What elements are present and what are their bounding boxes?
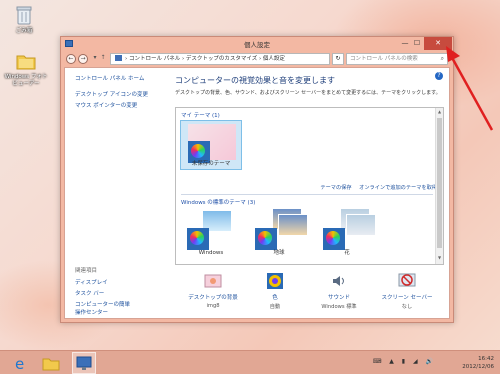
svg-text:e: e	[15, 355, 24, 372]
desktop-photo-viewer[interactable]: Windows フォトビューアー	[4, 50, 48, 87]
related-header: 関連項目	[75, 268, 98, 274]
color-wheel-icon	[187, 228, 209, 250]
tray-icons[interactable]: ⌨ ▲ ▮ ◢ 🔊	[373, 358, 436, 365]
related-section: 関連項目 ディスプレイ タスク バー コンピューターの簡単操作センター	[75, 266, 135, 319]
search-placeholder: コントロール パネルの検索	[350, 56, 418, 62]
back-button[interactable]: ←	[66, 54, 76, 64]
personalization-window: 個人設定 — ☐ ✕ ← → ▾ ↑ › コントロール パネル › デスクトップ…	[60, 36, 454, 323]
desktop-icon-label: Windows フォトビューアー	[4, 74, 48, 87]
red-arrow-annotation	[446, 46, 494, 131]
get-more-themes-link[interactable]: オンラインで追加のテーマを取得	[359, 185, 437, 191]
color-icon	[266, 272, 284, 290]
sidebar-home-link[interactable]: コントロール パネル ホーム	[75, 74, 169, 82]
theme-preview	[346, 214, 376, 236]
scrollbar-thumb[interactable]	[437, 118, 442, 248]
page-description: デスクトップの背景、色、サウンド、およびスクリーン セーバーをまとめて変更するに…	[175, 90, 441, 96]
refresh-button[interactable]: ↻	[332, 53, 344, 65]
title-bar[interactable]: 個人設定 — ☐ ✕	[61, 37, 453, 51]
save-theme-link[interactable]: テーマの保存	[320, 185, 351, 191]
screensaver-icon	[398, 272, 416, 290]
theme-flowers[interactable]: 花	[316, 208, 378, 258]
sidebar-item-mouse-pointers[interactable]: マウス ポインターの変更	[75, 101, 169, 109]
address-toolbar: ← → ▾ ↑ › コントロール パネル › デスクトップのカスタマイズ › 個…	[64, 51, 450, 67]
theme-name: 未保存のテーマ	[191, 161, 231, 167]
breadcrumb: › コントロール パネル › デスクトップのカスタマイズ › 個人設定	[125, 56, 285, 62]
window-title: 個人設定	[244, 41, 270, 49]
related-taskbar-link[interactable]: タスク バー	[75, 289, 135, 297]
clock-time: 16:42	[478, 356, 494, 362]
standard-themes-title: Windows の標準のテーマ (3)	[181, 200, 256, 206]
theme-earth[interactable]: 地球	[248, 208, 310, 258]
related-ease-of-access-link[interactable]: コンピューターの簡単操作センター	[75, 300, 135, 316]
desktop-icon-label: ごみ箱	[15, 28, 33, 34]
setting-label: サウンド	[327, 295, 350, 301]
theme-unsaved[interactable]: 未保存のテーマ	[180, 120, 242, 170]
speaker-icon	[330, 272, 348, 290]
maximize-button[interactable]: ☐	[411, 37, 423, 50]
content-area: コントロール パネル ホーム デスクトップ アイコンの変更 マウス ポインターの…	[64, 67, 450, 319]
color-wheel-icon	[323, 228, 345, 250]
setting-label: スクリーン セーバー	[381, 295, 433, 301]
up-button[interactable]: ↑	[98, 54, 108, 64]
theme-windows[interactable]: Windows	[180, 208, 242, 258]
setting-label: 色	[272, 295, 278, 301]
main-panel: コンピューターの視覚効果と音を変更します デスクトップの背景、色、サウンド、およ…	[175, 68, 444, 318]
desktop-recycle-bin[interactable]: ごみ箱	[2, 4, 46, 35]
theme-name: 地球	[273, 250, 285, 256]
screensaver-setting[interactable]: スクリーン セーバー なし	[379, 272, 435, 310]
sound-setting[interactable]: サウンド Windows 標準	[311, 272, 367, 310]
theme-name: Windows	[198, 250, 224, 256]
related-display-link[interactable]: ディスプレイ	[75, 278, 135, 286]
search-input[interactable]: コントロール パネルの検索 ⌕	[346, 53, 448, 65]
theme-links: テーマの保存 オンラインで追加のテーマを取得	[314, 184, 437, 191]
scroll-down-icon[interactable]: ▼	[436, 255, 443, 263]
color-wheel-icon	[255, 228, 277, 250]
computer-icon	[115, 55, 122, 61]
theme-name: 花	[344, 250, 350, 256]
clock[interactable]: 16:42 2012/12/06	[462, 355, 494, 371]
minimize-button[interactable]: —	[399, 37, 411, 50]
internet-explorer-icon[interactable]: e	[12, 354, 30, 373]
setting-value: img8	[206, 303, 220, 309]
my-themes-title: マイ テーマ (1)	[181, 113, 220, 119]
desktop-background-setting[interactable]: デスクトップの背景 img8	[185, 272, 241, 309]
control-panel-taskbar-button[interactable]	[72, 352, 96, 374]
recycle-bin-icon	[13, 4, 35, 26]
setting-value: 自動	[269, 304, 281, 310]
theme-list: マイ テーマ (1) 未保存のテーマ テーマの保存 オンラインで追加のテーマを取…	[175, 107, 444, 265]
taskbar: e ⌨ ▲ ▮ ◢ 🔊 16:42 2012/12/06	[0, 350, 500, 374]
settings-bar: デスクトップの背景 img8 色 自動 サウンド Windows 標準 スクリー…	[175, 272, 443, 322]
setting-label: デスクトップの背景	[188, 295, 238, 301]
setting-value: なし	[401, 304, 413, 310]
color-setting[interactable]: 色 自動	[247, 272, 303, 310]
theme-preview	[278, 214, 308, 236]
sidebar-item-desktop-icons[interactable]: デスクトップ アイコンの変更	[75, 90, 169, 98]
address-bar[interactable]: › コントロール パネル › デスクトップのカスタマイズ › 個人設定	[110, 53, 330, 65]
page-title: コンピューターの視覚効果と音を変更します	[175, 76, 335, 85]
file-explorer-icon[interactable]	[42, 354, 60, 372]
setting-value: Windows 標準	[321, 304, 357, 310]
divider	[181, 194, 433, 195]
sidebar: コントロール パネル ホーム デスクトップ アイコンの変更 マウス ポインターの…	[65, 68, 169, 318]
forward-button[interactable]: →	[78, 54, 88, 64]
wallpaper-icon	[204, 272, 222, 290]
clock-date: 2012/12/06	[462, 364, 494, 370]
folder-icon	[15, 50, 37, 72]
